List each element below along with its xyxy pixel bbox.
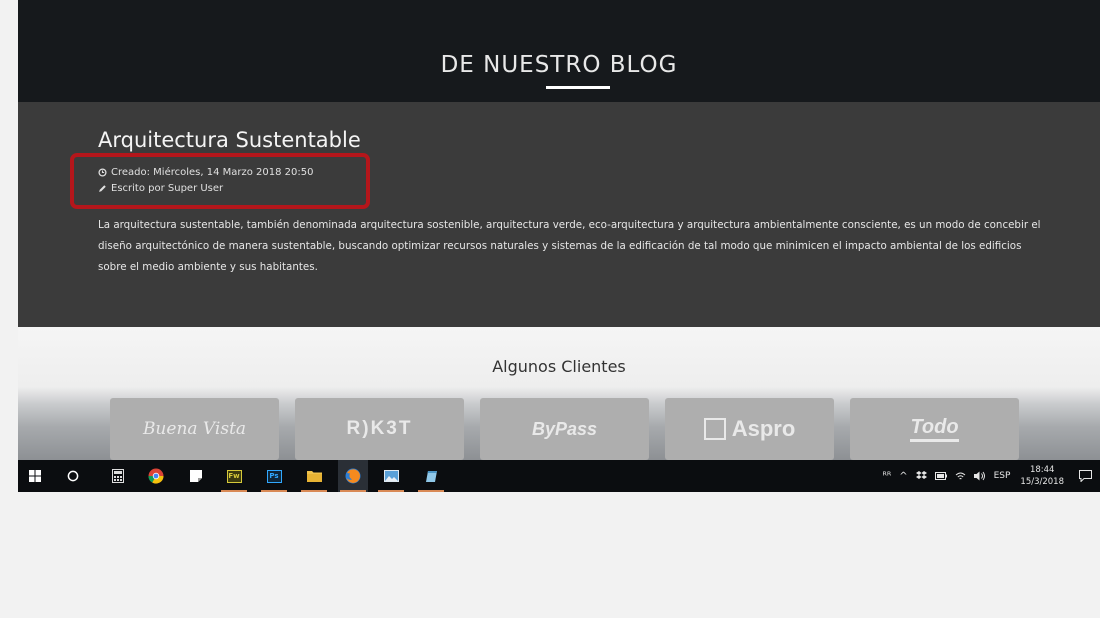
photos-icon <box>383 470 399 482</box>
taskbar-fireworks[interactable]: Fw <box>219 460 249 492</box>
client-logo-bypass[interactable]: ByPass <box>480 398 649 460</box>
client-logo-aspro[interactable]: Aspro <box>665 398 834 460</box>
cortana-search-button[interactable] <box>58 460 88 492</box>
folder-icon <box>306 471 322 482</box>
people-icon[interactable]: ᴿᴿ <box>882 471 891 482</box>
chevron-up-icon[interactable]: ^ <box>899 471 907 482</box>
bypass-logo: ByPass <box>531 418 598 439</box>
notepad-icon <box>425 470 437 482</box>
blog-section-title: DE NUESTRO BLOG <box>440 52 678 78</box>
firefox-icon <box>345 468 361 484</box>
article-title[interactable]: Arquitectura Sustentable <box>98 128 361 152</box>
clients-title: Algunos Clientes <box>492 357 626 376</box>
blog-article: Arquitectura Sustentable Creado: Miércol… <box>18 102 1100 327</box>
aspro-emblem-icon <box>703 418 726 440</box>
aspro-logo: Aspro <box>731 416 796 441</box>
taskbar-notepad[interactable] <box>416 460 446 492</box>
fireworks-icon: Fw <box>226 469 242 483</box>
windows-taskbar: Fw Ps ᴿᴿ ^ ESP 18:44 15/3/2018 <box>18 460 1100 492</box>
windows-start-icon <box>29 470 41 482</box>
sticky-notes-icon <box>190 470 202 482</box>
annotation-highlight-box <box>70 153 370 209</box>
taskbar-clock[interactable]: 18:44 15/3/2018 <box>1020 464 1064 488</box>
taskbar-calculator[interactable] <box>103 460 133 492</box>
clock-time: 18:44 <box>1029 465 1055 475</box>
start-button[interactable] <box>20 460 50 492</box>
client-logo-todo[interactable]: Todo <box>850 398 1019 460</box>
notification-icon <box>1078 470 1092 482</box>
taskbar-file-explorer[interactable] <box>299 460 329 492</box>
taskbar-sticky-notes[interactable] <box>181 460 211 492</box>
taskbar-photos[interactable] <box>376 460 406 492</box>
client-logo-buena-vista[interactable]: Buena Vista <box>110 398 279 460</box>
todo-logo: Todo <box>910 416 959 442</box>
search-circle-icon <box>67 470 79 482</box>
volume-icon[interactable] <box>973 471 986 481</box>
wifi-icon[interactable] <box>955 471 966 481</box>
blog-header: DE NUESTRO BLOG <box>18 0 1100 102</box>
title-underline <box>546 86 610 89</box>
chrome-icon <box>148 468 164 484</box>
clock-date: 15/3/2018 <box>1020 477 1064 487</box>
calculator-icon <box>112 469 124 483</box>
client-logo-roket[interactable]: R)K3T <box>295 398 464 460</box>
taskbar-chrome[interactable] <box>141 460 171 492</box>
system-tray: ᴿᴿ ^ ESP 18:44 15/3/2018 <box>878 460 1100 492</box>
taskbar-photoshop[interactable]: Ps <box>259 460 289 492</box>
clients-section: Algunos Clientes Buena Vista R)K3T ByPas… <box>18 327 1100 460</box>
battery-icon[interactable] <box>934 472 947 480</box>
dropbox-icon[interactable] <box>915 471 927 481</box>
article-body: La arquitectura sustentable, también den… <box>98 219 1041 273</box>
taskbar-firefox[interactable] <box>338 460 368 492</box>
action-center-button[interactable] <box>1070 460 1100 492</box>
roket-logo: R)K3T <box>346 418 413 439</box>
buena-vista-logo: Buena Vista <box>142 419 247 439</box>
photoshop-icon: Ps <box>266 469 282 483</box>
language-indicator[interactable]: ESP <box>994 471 1011 481</box>
